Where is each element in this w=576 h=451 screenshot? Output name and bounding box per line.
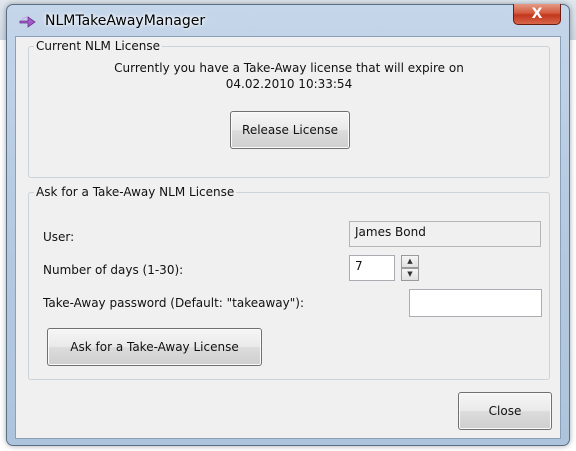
days-field[interactable]: 7	[349, 255, 395, 281]
dialog-window: NLMTakeAwayManager X Current NLM License…	[6, 4, 570, 446]
user-label: User:	[43, 230, 75, 244]
ask-license-legend: Ask for a Take-Away NLM License	[34, 185, 237, 199]
ask-license-button[interactable]: Ask for a Take-Away License	[47, 328, 262, 366]
password-field[interactable]	[409, 289, 542, 317]
close-button[interactable]: Close	[458, 392, 552, 430]
ask-license-group: Ask for a Take-Away NLM License User: Ja…	[28, 185, 550, 380]
window-close-button[interactable]: X	[513, 4, 561, 25]
release-license-button[interactable]: Release License	[230, 111, 350, 149]
license-expiry-date: 04.02.2010 10:33:54	[225, 77, 353, 91]
current-license-group: Current NLM License Currently you have a…	[28, 39, 550, 178]
password-label: Take-Away password (Default: "takeaway")…	[43, 296, 304, 310]
window-title: NLMTakeAwayManager	[45, 13, 206, 29]
dialog-client-area: Current NLM License Currently you have a…	[15, 36, 561, 439]
days-label: Number of days (1-30):	[43, 263, 184, 277]
close-icon: X	[531, 6, 543, 22]
days-spinner[interactable]: ▲ ▼	[401, 255, 419, 281]
spin-down-icon[interactable]: ▼	[401, 268, 419, 281]
spin-up-icon[interactable]: ▲	[401, 255, 419, 268]
user-field: James Bond	[349, 221, 541, 247]
title-bar[interactable]: NLMTakeAwayManager X	[7, 4, 569, 37]
current-license-legend: Current NLM License	[34, 39, 162, 53]
arrows-app-icon	[19, 15, 36, 28]
license-message-line1: Currently you have a Take-Away license t…	[114, 61, 464, 75]
